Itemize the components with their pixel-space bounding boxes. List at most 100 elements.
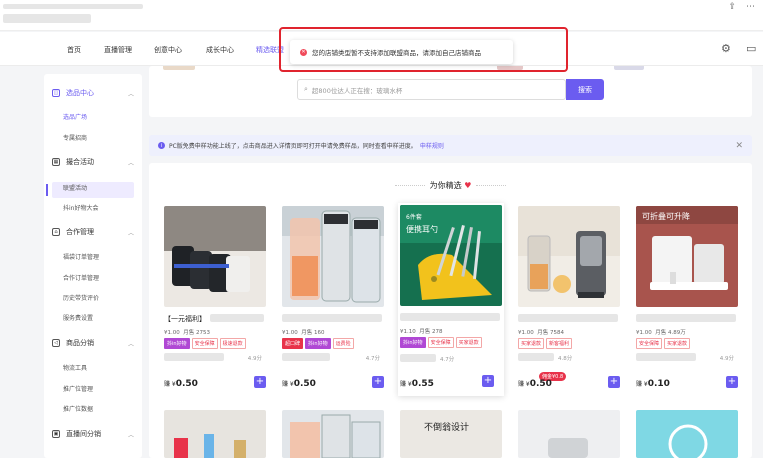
row2-banner-text: 不倒翁设计: [424, 421, 469, 433]
tag: 安全保障: [427, 337, 454, 348]
calendar-icon: ▦: [52, 158, 60, 166]
product-card[interactable]: ¥1.00 月售 7584 买家退款 新客福利 4.8分 佣金¥0.8 赚 ¥0…: [518, 206, 620, 396]
title-blurred: [400, 313, 500, 321]
product-price: ¥1.00 月售 4.89万: [636, 330, 686, 336]
tag: 安全保障: [191, 338, 218, 349]
sidebar-item-promo-slots[interactable]: 推广位管理: [63, 384, 93, 393]
product-image[interactable]: [282, 410, 384, 458]
earn-amount: 赚 ¥0.50: [282, 379, 316, 389]
blurred-tab-title: [3, 14, 91, 23]
notice-text: PC版免费申样功能上线了，点击商品进入详情页即可打开申请免费样品，同时查看申样进…: [169, 143, 417, 150]
heart-icon: ♥: [464, 181, 472, 190]
more-icon[interactable]: ⋯: [746, 2, 755, 12]
search-input[interactable]: ⌕ 超800位达人正在搜：玻璃水杯: [297, 79, 566, 100]
earn-amount: 赚 ¥0.50: [164, 379, 198, 389]
tag: 买家退款: [518, 338, 545, 349]
sidebar-group-cooperation[interactable]: ⌂ 合作管理 ︿: [52, 227, 134, 237]
product-price: ¥1.00 月售 2753: [164, 330, 210, 336]
sidebar-item-coop-orders[interactable]: 合作订单管理: [63, 273, 99, 282]
notice-bar: i PC版免费申样功能上线了，点击商品进入详情页即可打开申请免费样品，同时查看申…: [149, 135, 752, 156]
sidebar-group-match[interactable]: ▦ 撮合活动 ︿: [52, 157, 134, 167]
nav-creative[interactable]: 创意中心: [154, 45, 182, 55]
search-placeholder: 超800位达人正在搜：玻璃水杯: [311, 86, 403, 95]
product-card[interactable]: 可折叠可升降 ¥1.00 月售 4.89万 安全保障 买家退款 4.9分 赚 ¥…: [636, 206, 738, 396]
sidebar-item-lucky-bag-orders[interactable]: 福袋订单管理: [63, 252, 99, 261]
sidebar-group-live-distribution[interactable]: ▣ 直播间分销 ︿: [52, 429, 134, 439]
product-image[interactable]: [636, 410, 738, 458]
blurred-url: [3, 4, 143, 9]
banner-peek: [163, 66, 195, 70]
tag: 极速退款: [219, 338, 246, 349]
add-button[interactable]: +: [254, 376, 266, 388]
sidebar-item-history-reviews[interactable]: 历史带货评价: [63, 293, 99, 302]
nav-home[interactable]: 首页: [67, 45, 81, 55]
share-icon[interactable]: ⇪: [728, 2, 736, 12]
product-card[interactable]: ¥1.00 月售 160 超口碑 抖in好物 运费险 4.7分 赚 ¥0.50 …: [282, 206, 384, 396]
sidebar-item-promo-data[interactable]: 推广位数据: [63, 404, 93, 413]
product-image[interactable]: [164, 410, 266, 458]
settings-icon[interactable]: ⚙: [721, 42, 731, 55]
active-indicator: [46, 184, 48, 196]
sidebar-item-plaza[interactable]: 选品广场: [63, 112, 87, 121]
product-card[interactable]: 6件套 便携耳勺 ¥1.10 月售 278 抖in好物 安全保障 买家退款 4.…: [398, 203, 504, 396]
sidebar-item-service-fee[interactable]: 服务费设置: [63, 313, 93, 322]
tag: 运费险: [332, 338, 354, 349]
earn-amount: 赚 ¥0.50: [518, 379, 552, 389]
sidebar-group-label: 直播间分销: [66, 430, 101, 438]
message-icon[interactable]: ▭: [746, 42, 756, 55]
chevron-up-icon: ︿: [128, 229, 135, 237]
rating: 4.8分: [558, 356, 573, 362]
tag: 抖in好物: [305, 338, 331, 349]
product-image[interactable]: 6件套 便携耳勺: [400, 205, 502, 306]
product-image[interactable]: 可折叠可升降: [636, 206, 738, 307]
sidebar-item-exclusive[interactable]: 专属招商: [63, 133, 87, 142]
chevron-up-icon: ︿: [128, 90, 135, 98]
nav-growth[interactable]: 成长中心: [206, 45, 234, 55]
shopping-bag-icon: ◫: [52, 89, 60, 97]
product-price: ¥1.00 月售 160: [282, 330, 325, 336]
earn-amount: 赚 ¥0.55: [400, 379, 434, 389]
product-price: ¥1.10 月售 278: [400, 329, 443, 335]
shop-name-blurred: [164, 353, 224, 361]
sidebar-group-selection[interactable]: ◫ 选品中心 ︿: [52, 88, 134, 98]
add-button[interactable]: +: [482, 375, 494, 387]
product-image[interactable]: [164, 206, 266, 307]
sample-rules-link[interactable]: 申样规则: [420, 141, 444, 150]
product-image[interactable]: [518, 410, 620, 458]
product-image[interactable]: [518, 206, 620, 307]
add-button[interactable]: +: [372, 376, 384, 388]
sidebar-group-label: 选品中心: [66, 89, 94, 97]
tag: 超口碑: [282, 338, 304, 349]
sidebar-item-goods-conference[interactable]: 抖in好物大会: [63, 203, 98, 212]
add-button[interactable]: +: [726, 376, 738, 388]
rating: 4.7分: [365, 356, 380, 362]
product-title[interactable]: 【一元福利】: [164, 314, 206, 324]
tag: 抖in好物: [164, 338, 190, 349]
banner-peek: [614, 66, 644, 70]
rating: 4.9分: [247, 356, 262, 362]
product-image[interactable]: [282, 206, 384, 307]
chevron-up-icon: ︿: [128, 159, 135, 167]
tag: 买家退款: [455, 337, 482, 348]
sidebar-group-label: 撮合活动: [66, 158, 94, 166]
shop-name-blurred: [518, 353, 554, 361]
live-icon: ▣: [52, 430, 60, 438]
handshake-icon: ⌂: [52, 228, 60, 236]
search-button[interactable]: 搜索: [566, 79, 604, 100]
title-blurred: [282, 314, 382, 322]
earn-amount: 赚 ¥0.10: [636, 379, 670, 389]
product-image[interactable]: 不倒翁设计: [400, 410, 502, 458]
sidebar-item-alliance-activity[interactable]: 联盟活动: [63, 183, 87, 192]
rating: 4.9分: [719, 356, 734, 362]
close-icon[interactable]: ✕: [735, 141, 743, 151]
add-button[interactable]: +: [608, 376, 620, 388]
sidebar-item-logistics[interactable]: 物流工具: [63, 363, 87, 372]
product-card[interactable]: 【一元福利】 ¥1.00 月售 2753 抖in好物 安全保障 极速退款 4.9…: [164, 206, 266, 396]
sidebar-group-distribution[interactable]: ◁ 商品分销 ︿: [52, 338, 134, 348]
shop-name-blurred: [400, 354, 436, 362]
tag: 安全保障: [636, 338, 663, 349]
nav-live[interactable]: 直播管理: [104, 45, 132, 55]
sidebar-group-label: 合作管理: [66, 228, 94, 236]
info-icon: i: [158, 142, 165, 149]
chevron-up-icon: ︿: [128, 340, 135, 348]
